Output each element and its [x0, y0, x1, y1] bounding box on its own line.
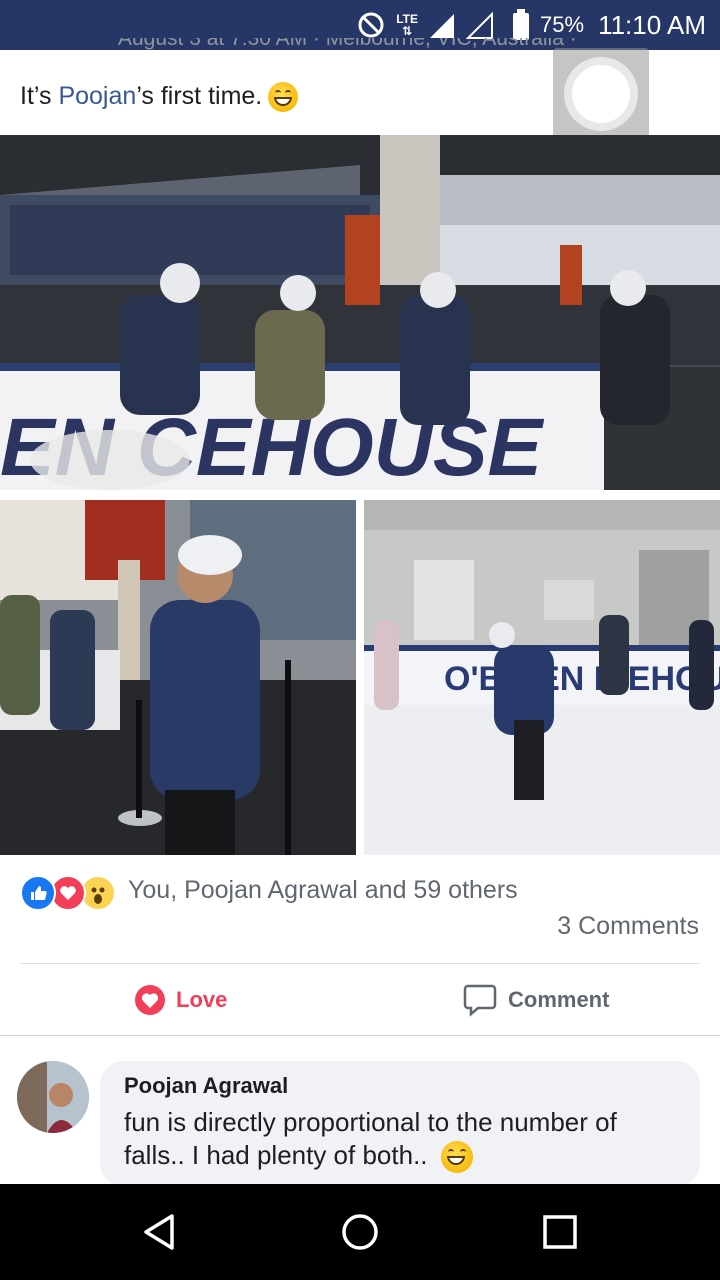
recents-icon[interactable]: [536, 1208, 584, 1256]
mention-link[interactable]: Poojan: [58, 82, 136, 110]
post-text-start: It’s: [20, 82, 59, 110]
comment-text: fun is directly proportional to the numb…: [124, 1106, 676, 1174]
battery-icon: [512, 9, 530, 41]
like-icon: [20, 875, 56, 911]
clock: 11:10 AM: [598, 9, 706, 40]
tears-of-joy-icon: [440, 1141, 473, 1174]
post-meta: August 3 at 7:30 AM · Melbourne, VIC, Au…: [118, 38, 577, 60]
divider: [20, 963, 700, 964]
do-not-disturb-icon: [356, 10, 386, 40]
comment-button[interactable]: Comment: [462, 980, 609, 1020]
section-divider: [0, 1035, 720, 1036]
battery-percent: 75%: [540, 12, 585, 37]
ice-rink-group-photo[interactable]: EN CEHOUSE: [0, 135, 720, 490]
post-text: It’s Poojan’s first time.: [20, 82, 299, 113]
comment-label: Comment: [508, 987, 610, 1012]
comment-author[interactable]: Poojan Agrawal: [124, 1073, 676, 1099]
post-text-end: ’s first time.: [136, 82, 263, 110]
love-label: Love: [176, 987, 228, 1012]
love-icon: [134, 984, 166, 1016]
love-button[interactable]: Love: [134, 980, 227, 1020]
navigation-bar: [0, 1184, 720, 1280]
comment-icon: [462, 982, 498, 1018]
floating-chat-head[interactable]: [553, 48, 649, 140]
back-icon[interactable]: [136, 1208, 184, 1256]
comments-count[interactable]: 3 Comments: [557, 912, 699, 941]
signal-empty-icon: [466, 10, 494, 40]
skaters-on-ice-photo[interactable]: O'BRIEN ICEHOUSE: [364, 500, 720, 855]
grinning-face-icon: [268, 82, 299, 113]
signal-icon: [428, 10, 456, 40]
lte-icon: LTE ⇅: [396, 12, 419, 38]
post-meta-text: August 3 at 7:30 AM · Melbourne, VIC, Au…: [118, 38, 577, 50]
reaction-icons[interactable]: [20, 875, 116, 911]
comment-body: fun is directly proportional to the numb…: [124, 1107, 617, 1170]
comment-bubble[interactable]: Poojan Agrawal fun is directly proportio…: [100, 1061, 700, 1187]
reactions-summary[interactable]: You, Poojan Agrawal and 59 others: [128, 876, 518, 905]
rink-sign: O'BRIEN ICEHOUSE: [444, 660, 720, 698]
skater-posing-photo[interactable]: [0, 500, 356, 855]
home-icon[interactable]: [336, 1208, 384, 1256]
avatar[interactable]: [17, 1061, 89, 1133]
